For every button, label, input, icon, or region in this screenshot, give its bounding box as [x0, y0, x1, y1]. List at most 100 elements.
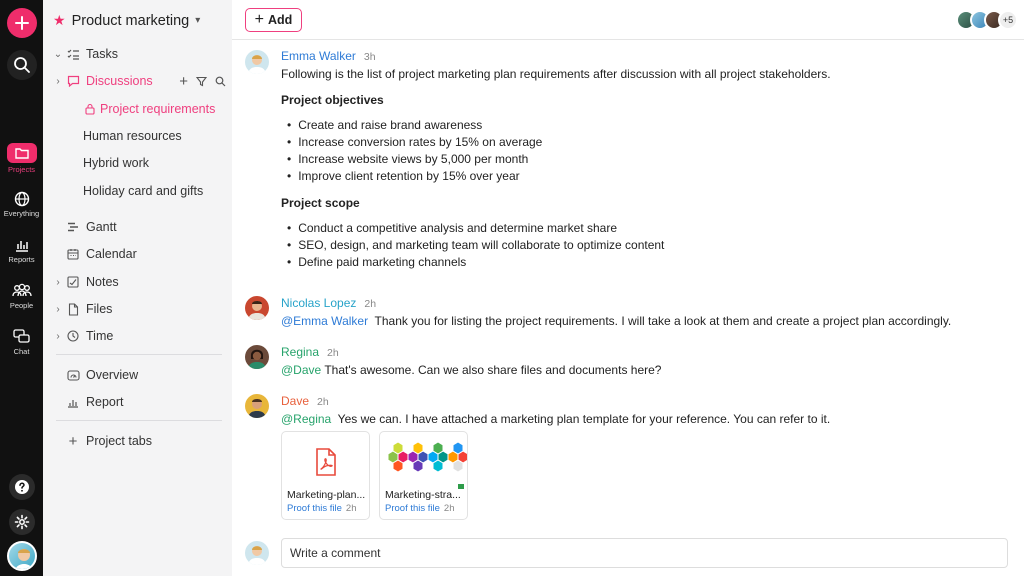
sidebar-divider	[56, 420, 222, 421]
discussion-tools: +	[179, 73, 226, 90]
sidebar-item-tasks[interactable]: ⌄ Tasks	[43, 43, 232, 65]
rail-projects[interactable]: Projects	[0, 143, 43, 174]
sidebar-item-label: Notes	[86, 275, 119, 289]
chevron-down-icon: ⌄	[53, 48, 63, 60]
sidebar-item-report[interactable]: Report	[43, 391, 232, 413]
comment-input[interactable]: Write a comment	[281, 538, 1008, 568]
folder-icon	[6, 143, 37, 163]
sidebar-item-human-resources[interactable]: Human resources	[43, 125, 232, 147]
search-icon	[6, 50, 37, 80]
add-button-label: Add	[268, 13, 293, 27]
more-members-count: +5	[998, 10, 1018, 30]
avatar[interactable]	[245, 394, 269, 418]
chevron-right-icon: ›	[56, 276, 60, 288]
mention-link[interactable]: @Dave	[281, 363, 321, 377]
sidebar-item-label: Calendar	[86, 247, 137, 261]
rail-reports[interactable]: Reports	[0, 237, 43, 264]
proof-link-label[interactable]: Proof this file	[287, 503, 342, 514]
filter-icon[interactable]	[196, 76, 207, 87]
sidebar-item-time[interactable]: › Time	[43, 325, 232, 347]
sidebar-item-discussions[interactable]: › Discussions +	[43, 70, 232, 92]
avatar[interactable]	[245, 296, 269, 320]
project-title[interactable]: ★ Product marketing ▾	[53, 12, 200, 29]
rail-people[interactable]: People	[0, 283, 43, 310]
app-rail: Projects Everything Reports People Chat	[0, 0, 43, 576]
mention-link[interactable]: @Emma Walker	[281, 314, 368, 328]
list-item: Conduct a competitive analysis and deter…	[287, 221, 617, 235]
sidebar-item-files[interactable]: › Files	[43, 298, 232, 320]
sidebar-divider	[56, 354, 222, 355]
author-name[interactable]: Nicolas Lopez	[281, 296, 356, 310]
project-sidebar: ★ Product marketing ▾ ⌄ Tasks › Discussi…	[43, 0, 232, 576]
rail-chat-label: Chat	[13, 347, 30, 356]
proof-link-label[interactable]: Proof this file	[385, 503, 440, 514]
mention-link[interactable]: @Regina	[281, 412, 331, 426]
dashboard-icon	[65, 368, 81, 382]
create-button[interactable]	[0, 8, 43, 38]
speech-bubble-icon	[65, 74, 81, 88]
sidebar-item-project-requirements[interactable]: Project requirements	[43, 98, 232, 120]
list-item: Define paid marketing channels	[287, 255, 466, 269]
pdf-icon	[316, 448, 336, 476]
rail-everything[interactable]: Everything	[0, 191, 43, 218]
avatar	[245, 541, 269, 565]
chevron-down-icon: ▾	[195, 15, 201, 26]
sidebar-item-label: Gantt	[86, 220, 117, 234]
sidebar-item-label: Tasks	[86, 47, 118, 61]
list-item: Increase website views by 5,000 per mont…	[287, 152, 528, 166]
project-title-text: Product marketing	[71, 12, 190, 29]
plus-icon	[6, 8, 37, 38]
avatar[interactable]	[245, 50, 269, 74]
list-item: Improve client retention by 15% over yea…	[287, 169, 519, 183]
search-icon[interactable]	[215, 76, 226, 87]
message-text: @Emma Walker Thank you for listing the p…	[281, 314, 951, 328]
image-thumbnail	[387, 441, 467, 473]
search-button[interactable]	[0, 50, 43, 80]
sidebar-item-gantt[interactable]: Gantt	[43, 216, 232, 238]
globe-icon	[14, 191, 29, 207]
sidebar-item-holiday-card[interactable]: Holiday card and gifts	[43, 180, 232, 202]
message-text: Following is the list of project marketi…	[281, 67, 831, 81]
task-list-icon	[65, 47, 81, 61]
rail-chat[interactable]: Chat	[0, 329, 43, 356]
proof-link[interactable]: Proof this file 2h	[385, 503, 455, 514]
message-body: That's awesome. Can we also share files …	[324, 363, 662, 377]
list-item: SEO, design, and marketing team will col…	[287, 238, 664, 252]
bar-chart-icon	[65, 395, 81, 409]
message-text: @Dave That's awesome. Can we also share …	[281, 363, 661, 377]
file-icon	[65, 302, 81, 316]
proof-link[interactable]: Proof this file 2h	[287, 503, 357, 514]
comment-placeholder: Write a comment	[290, 546, 381, 560]
author-name[interactable]: Dave	[281, 394, 309, 408]
sidebar-item-project-tabs[interactable]: + Project tabs	[43, 430, 232, 452]
plus-icon: +	[68, 432, 78, 450]
attachment-card[interactable]: Marketing-plan... Proof this file 2h	[281, 431, 370, 520]
sidebar-item-label: Human resources	[83, 129, 182, 143]
sidebar-item-hybrid-work[interactable]: Hybrid work	[43, 152, 232, 174]
message-body: Thank you for listing the project requir…	[374, 314, 952, 328]
sidebar-item-label: Report	[86, 395, 124, 409]
sidebar-item-overview[interactable]: Overview	[43, 364, 232, 386]
user-avatar-button[interactable]	[0, 541, 43, 571]
calendar-icon	[65, 247, 81, 261]
help-icon	[8, 474, 35, 500]
avatar[interactable]	[245, 345, 269, 369]
message-body: Yes we can. I have attached a marketing …	[337, 412, 831, 426]
sidebar-item-calendar[interactable]: Calendar	[43, 243, 232, 265]
bar-chart-icon	[15, 241, 28, 252]
help-button[interactable]	[0, 474, 43, 500]
gear-icon	[8, 509, 35, 535]
section-heading: Project objectives	[281, 93, 384, 107]
member-avatars[interactable]: +5	[956, 10, 1018, 30]
sidebar-item-label: Overview	[86, 368, 139, 382]
author-name[interactable]: Regina	[281, 345, 319, 359]
add-button[interactable]: + Add	[245, 8, 302, 32]
people-icon	[11, 283, 32, 297]
sidebar-item-notes[interactable]: › Notes	[43, 271, 232, 293]
list-item: Increase conversion rates by 15% on aver…	[287, 135, 542, 149]
plus-icon[interactable]: +	[179, 73, 188, 90]
author-name[interactable]: Emma Walker	[281, 49, 356, 63]
attachment-card[interactable]: Marketing-stra... Proof this file 2h	[379, 431, 468, 520]
message-text: @Regina Yes we can. I have attached a ma…	[281, 412, 830, 426]
settings-button[interactable]	[0, 509, 43, 535]
